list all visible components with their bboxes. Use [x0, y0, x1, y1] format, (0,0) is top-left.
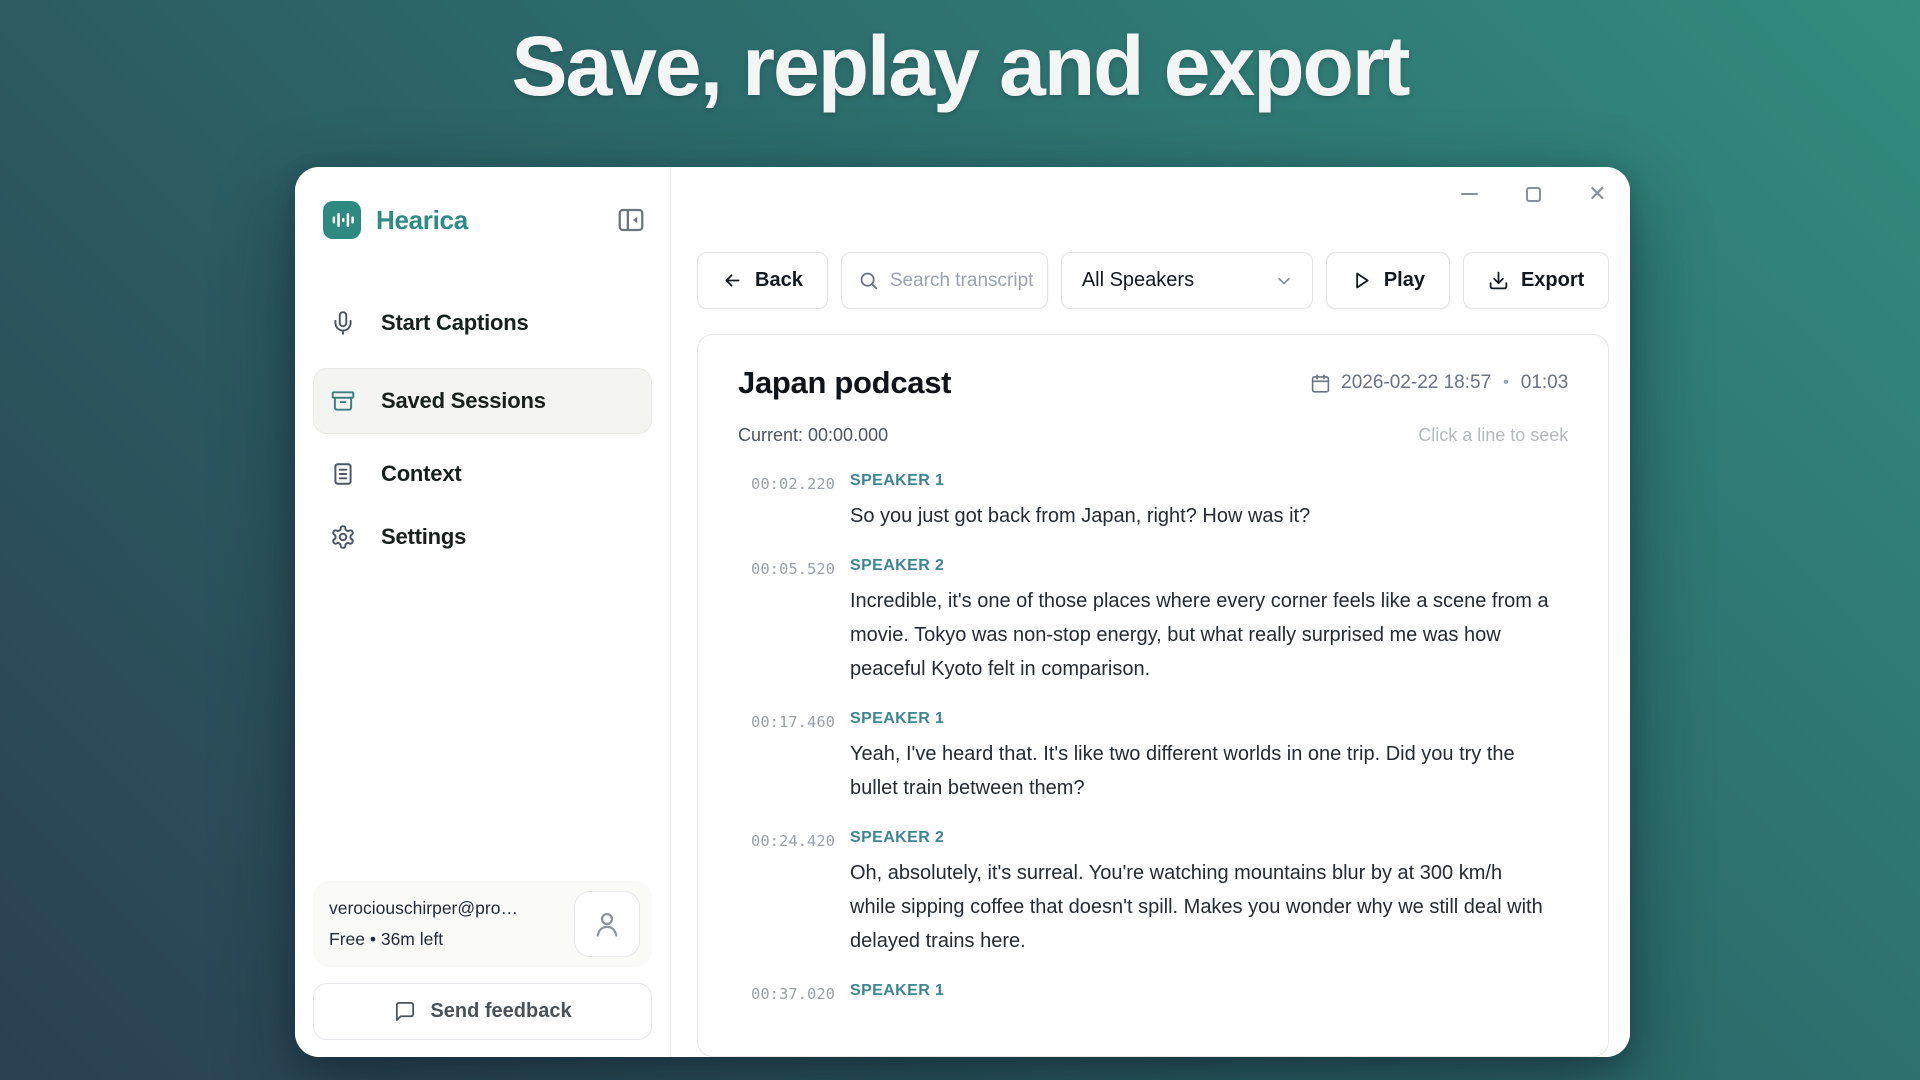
entry-speaker: SPEAKER 1 [850, 472, 1568, 490]
main-panel: ✕ Back All Speakers [671, 167, 1630, 1057]
minimize-icon [1461, 193, 1478, 195]
entry-text: Incredible, it's one of those places whe… [850, 584, 1550, 686]
transcript-line[interactable]: 00:37.020 SPEAKER 1 [738, 982, 1568, 1003]
sidebar-item-context[interactable]: Context [313, 450, 652, 498]
sidebar-item-label: Settings [381, 524, 466, 550]
session-meta: 2026-02-22 18:57 • 01:03 [1310, 372, 1568, 394]
back-button[interactable]: Back [697, 252, 828, 309]
search-icon [858, 270, 879, 291]
entry-timestamp: 00:24.420 [738, 829, 850, 958]
sidebar-item-label: Saved Sessions [381, 388, 546, 414]
send-feedback-label: Send feedback [430, 1000, 571, 1023]
search-transcript-input[interactable] [890, 270, 1040, 292]
chat-bubble-icon [393, 1000, 416, 1023]
account-plan-status: Free • 36m left [329, 929, 518, 950]
app-window: Hearica Start Captions [295, 167, 1630, 1057]
download-icon [1488, 270, 1509, 291]
window-controls: ✕ [1458, 183, 1608, 205]
export-button[interactable]: Export [1463, 252, 1609, 309]
calendar-icon [1310, 373, 1331, 394]
sidebar: Hearica Start Captions [295, 167, 671, 1057]
brand: Hearica [323, 201, 646, 239]
play-label: Play [1384, 269, 1425, 292]
session-title: Japan podcast [738, 365, 951, 401]
transcript-line[interactable]: 00:02.220 SPEAKER 1 So you just got back… [738, 472, 1568, 533]
account-card: verociouschirper@pro… Free • 36m left [313, 881, 652, 967]
entry-body: SPEAKER 2 Oh, absolutely, it's surreal. … [850, 829, 1568, 958]
current-time-label: Current: 00:00.000 [738, 425, 888, 446]
archive-icon [330, 388, 356, 414]
account-email: verociouschirper@pro… [329, 898, 518, 919]
collapse-sidebar-icon[interactable] [616, 205, 646, 235]
session-datetime: 2026-02-22 18:57 [1341, 372, 1491, 394]
entry-body: SPEAKER 2 Incredible, it's one of those … [850, 557, 1568, 686]
export-label: Export [1521, 269, 1584, 292]
session-subheader: Current: 00:00.000 Click a line to seek [738, 425, 1568, 446]
transcript-list[interactable]: 00:02.220 SPEAKER 1 So you just got back… [738, 472, 1568, 1012]
close-button[interactable]: ✕ [1586, 183, 1608, 205]
chevron-down-icon [1274, 271, 1294, 291]
meta-dot: • [1501, 374, 1511, 392]
session-header: Japan podcast 2026-02-22 18:57 • 01:03 [738, 365, 1568, 401]
transcript-line[interactable]: 00:17.460 SPEAKER 1 Yeah, I've heard tha… [738, 710, 1568, 805]
entry-speaker: SPEAKER 1 [850, 982, 1568, 1000]
entry-speaker: SPEAKER 2 [850, 829, 1568, 847]
entry-body: SPEAKER 1 [850, 982, 1568, 1003]
close-icon: ✕ [1588, 183, 1606, 205]
toolbar: Back All Speakers [697, 252, 1609, 309]
account-info: verociouschirper@pro… Free • 36m left [329, 898, 518, 950]
play-button[interactable]: Play [1326, 252, 1450, 309]
entry-timestamp: 00:05.520 [738, 557, 850, 686]
entry-body: SPEAKER 1 Yeah, I've heard that. It's li… [850, 710, 1568, 805]
hearica-logo-icon [323, 201, 361, 239]
send-feedback-button[interactable]: Send feedback [313, 983, 652, 1040]
entry-timestamp: 00:37.020 [738, 982, 850, 1003]
entry-text: So you just got back from Japan, right? … [850, 499, 1550, 533]
speaker-filter-dropdown[interactable]: All Speakers [1061, 252, 1313, 309]
back-label: Back [755, 269, 803, 292]
entry-timestamp: 00:02.220 [738, 472, 850, 533]
entry-text: Yeah, I've heard that. It's like two dif… [850, 737, 1550, 805]
entry-body: SPEAKER 1 So you just got back from Japa… [850, 472, 1568, 533]
session-duration: 01:03 [1521, 372, 1569, 394]
entry-timestamp: 00:17.460 [738, 710, 850, 805]
entry-speaker: SPEAKER 1 [850, 710, 1568, 728]
speaker-filter-value: All Speakers [1082, 269, 1194, 292]
search-box[interactable] [841, 252, 1048, 309]
sidebar-item-start-captions[interactable]: Start Captions [313, 299, 652, 347]
transcript-line[interactable]: 00:05.520 SPEAKER 2 Incredible, it's one… [738, 557, 1568, 686]
entry-text: Oh, absolutely, it's surreal. You're wat… [850, 856, 1550, 958]
maximize-icon [1526, 187, 1541, 202]
arrow-left-icon [722, 270, 743, 291]
sidebar-item-label: Context [381, 461, 462, 487]
document-icon [330, 461, 356, 487]
minimize-button[interactable] [1458, 183, 1480, 205]
play-icon [1351, 270, 1372, 291]
seek-hint: Click a line to seek [1418, 425, 1568, 446]
avatar-button[interactable] [574, 891, 640, 957]
session-card: Japan podcast 2026-02-22 18:57 • 01:03 [697, 334, 1609, 1057]
page-title: Save, replay and export [0, 18, 1920, 115]
sidebar-item-settings[interactable]: Settings [313, 513, 652, 561]
sidebar-item-saved-sessions[interactable]: Saved Sessions [313, 368, 652, 434]
brand-name: Hearica [376, 205, 468, 236]
sidebar-item-label: Start Captions [381, 310, 529, 336]
user-icon [590, 907, 624, 941]
microphone-icon [330, 310, 356, 336]
gear-icon [330, 524, 356, 550]
transcript-line[interactable]: 00:24.420 SPEAKER 2 Oh, absolutely, it's… [738, 829, 1568, 958]
sidebar-nav: Start Captions Saved Sessions [313, 299, 652, 576]
entry-speaker: SPEAKER 2 [850, 557, 1568, 575]
maximize-button[interactable] [1522, 183, 1544, 205]
